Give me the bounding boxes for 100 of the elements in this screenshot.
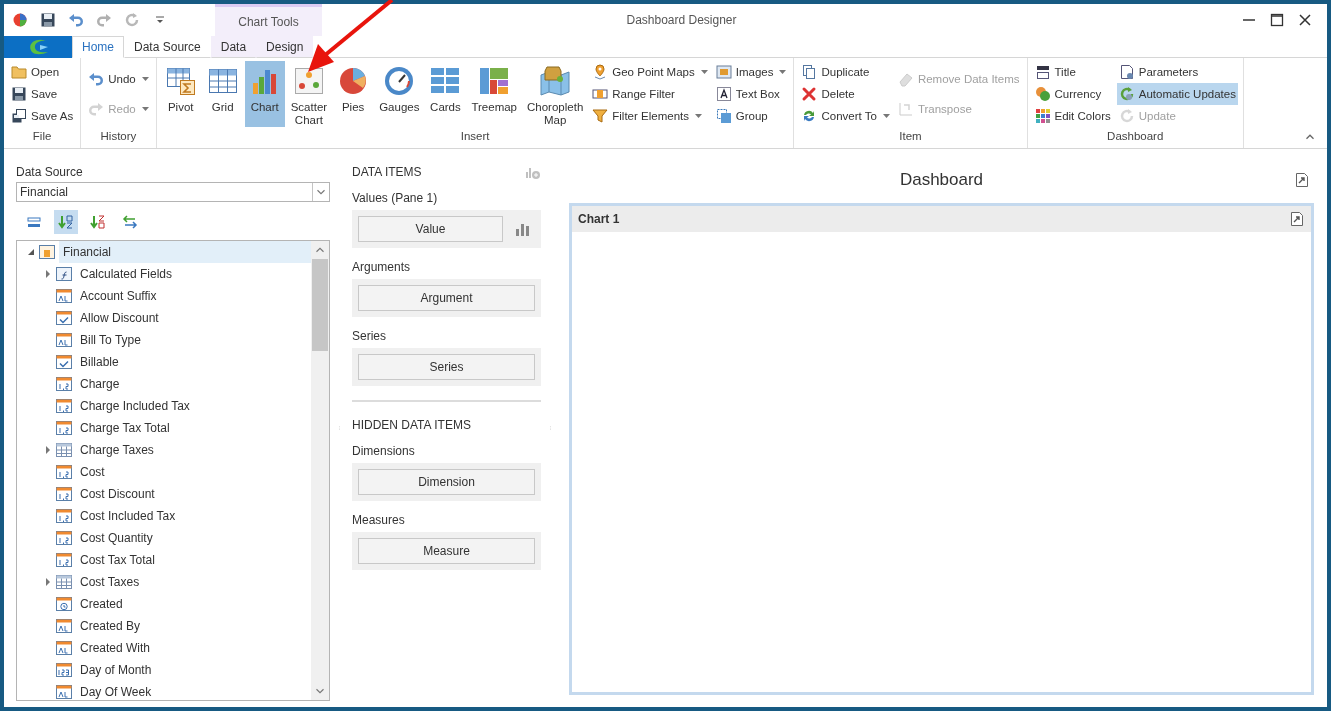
table-icon bbox=[56, 575, 72, 589]
number-field-icon bbox=[56, 487, 72, 501]
tree-item[interactable]: Created bbox=[76, 593, 127, 615]
ribbon-button[interactable]: Choropleth Map bbox=[523, 61, 588, 127]
checkbox-field-icon bbox=[56, 355, 72, 369]
swap-icon bbox=[122, 214, 138, 230]
section-heading: DATA ITEMS bbox=[352, 165, 422, 179]
ribbon-button[interactable]: Gauges bbox=[375, 61, 424, 127]
collapsed-arrow-icon[interactable] bbox=[44, 446, 52, 454]
collapse-all-icon bbox=[26, 214, 42, 230]
undo-icon bbox=[68, 12, 84, 28]
transpose-icon bbox=[897, 100, 914, 117]
application-menu-button[interactable] bbox=[4, 36, 72, 58]
tree-item[interactable]: Cost Discount bbox=[76, 483, 159, 505]
ribbon-tab[interactable]: Home bbox=[72, 36, 124, 58]
ribbon-button[interactable]: Pies bbox=[333, 61, 374, 127]
title-icon bbox=[1034, 64, 1051, 80]
section-label: Dimensions bbox=[352, 444, 415, 458]
tree-item[interactable]: Account Suffix bbox=[76, 285, 161, 307]
tree-item[interactable]: Bill To Type bbox=[76, 329, 145, 351]
formula-icon bbox=[56, 267, 72, 281]
tree-item[interactable]: Financial bbox=[59, 241, 311, 263]
tree-item[interactable]: Charge Tax Total bbox=[76, 417, 174, 439]
tree-item[interactable]: Calculated Fields bbox=[76, 263, 177, 285]
data-item-button[interactable]: Series bbox=[358, 354, 535, 380]
expanded-arrow-icon[interactable] bbox=[27, 248, 35, 256]
tree-item[interactable]: Charge Taxes bbox=[76, 439, 158, 461]
section-label: Arguments bbox=[352, 260, 411, 274]
ribbon-button[interactable]: Currency bbox=[1032, 83, 1113, 105]
ribbon-button[interactable]: Geo Point Maps bbox=[590, 61, 710, 83]
tree-item[interactable]: Day of Month bbox=[76, 659, 156, 681]
ribbon-tab[interactable]: Data Source bbox=[124, 36, 211, 58]
export-icon bbox=[1289, 211, 1305, 227]
tree-item[interactable]: Allow Discount bbox=[76, 307, 163, 329]
tree-item[interactable]: Charge bbox=[76, 373, 124, 395]
bar-chart-icon bbox=[515, 221, 531, 237]
ribbon-button[interactable]: Treemap bbox=[467, 61, 521, 127]
ribbon-button[interactable]: Group bbox=[713, 105, 789, 127]
tree-item[interactable]: Charge Included Tax bbox=[76, 395, 194, 417]
text-field-icon bbox=[56, 333, 72, 347]
ribbon-button[interactable]: Filter Elements bbox=[590, 105, 710, 127]
text-field-icon bbox=[56, 641, 72, 655]
ribbon-button[interactable]: Scatter Chart bbox=[286, 61, 332, 127]
checkbox-field-icon bbox=[56, 311, 72, 325]
pivot-table-icon bbox=[164, 65, 197, 97]
tree-item[interactable]: Cost Included Tax bbox=[76, 505, 180, 527]
image-icon bbox=[715, 64, 732, 80]
group-label: Item bbox=[899, 130, 922, 142]
ribbon-button[interactable]: Cards bbox=[425, 61, 466, 127]
ribbon-button[interactable]: Images bbox=[713, 61, 789, 83]
ribbon-button[interactable]: Undo bbox=[86, 68, 151, 91]
tree-item[interactable]: Cost bbox=[76, 461, 109, 483]
group-icon bbox=[715, 108, 732, 124]
tree-item[interactable]: Billable bbox=[76, 351, 123, 373]
ribbon-button[interactable]: Text Box bbox=[713, 83, 789, 105]
data-item-button[interactable]: Value bbox=[358, 216, 503, 242]
data-item-button[interactable]: Dimension bbox=[358, 469, 535, 495]
text-field-icon bbox=[56, 289, 72, 303]
tree-item[interactable]: Cost Taxes bbox=[76, 571, 144, 593]
number-field-icon bbox=[56, 465, 72, 479]
collapsed-arrow-icon[interactable] bbox=[44, 270, 52, 278]
ribbon-button[interactable]: Save bbox=[9, 83, 76, 105]
data-item-button[interactable]: Argument bbox=[358, 285, 535, 311]
ribbon-button[interactable]: Pivot bbox=[160, 61, 201, 127]
export-icon bbox=[1294, 172, 1310, 188]
ribbon-button[interactable]: Delete bbox=[799, 83, 892, 105]
tree-item[interactable]: Created With bbox=[76, 637, 155, 659]
scrollbar-thumb[interactable] bbox=[312, 259, 328, 351]
ribbon-tab[interactable]: Data bbox=[210, 36, 257, 58]
data-source-icon bbox=[39, 245, 55, 259]
dashboard-title: Dashboard bbox=[899, 170, 984, 190]
collapsed-arrow-icon[interactable] bbox=[44, 578, 52, 586]
number-field-icon bbox=[56, 663, 72, 677]
ribbon-button[interactable]: Edit Colors bbox=[1032, 105, 1113, 127]
tree-item[interactable]: Created By bbox=[76, 615, 145, 637]
number-field-icon bbox=[56, 531, 72, 545]
ribbon-button[interactable]: Convert To bbox=[799, 105, 892, 127]
refresh-icon bbox=[1118, 108, 1135, 124]
data-source-dropdown[interactable]: Financial bbox=[16, 182, 330, 202]
number-field-icon bbox=[56, 509, 72, 523]
map-icon bbox=[539, 65, 572, 97]
tree-item[interactable]: Cost Tax Total bbox=[76, 549, 159, 571]
ribbon-button[interactable]: Grid bbox=[202, 61, 243, 127]
ribbon-button[interactable]: Save As bbox=[9, 105, 76, 127]
toolbar-button[interactable] bbox=[54, 210, 78, 234]
ribbon-button[interactable]: Range Filter bbox=[590, 83, 710, 105]
tree-item[interactable]: Day Of Week bbox=[76, 681, 156, 700]
scrollbar[interactable] bbox=[311, 241, 329, 700]
ribbon-button[interactable]: Duplicate bbox=[799, 61, 892, 83]
section-heading: HIDDEN DATA ITEMS bbox=[352, 418, 471, 432]
tree-item[interactable]: Cost Quantity bbox=[76, 527, 157, 549]
ribbon-button[interactable]: Chart bbox=[244, 61, 285, 127]
data-item-button[interactable]: Measure bbox=[358, 538, 535, 564]
ribbon-button[interactable]: Title bbox=[1032, 61, 1113, 83]
ribbon-tab[interactable]: Design bbox=[256, 36, 314, 58]
number-field-icon bbox=[56, 421, 72, 435]
ribbon-button[interactable]: Open bbox=[9, 61, 76, 83]
ribbon-button[interactable]: Automatic Updates bbox=[1116, 83, 1238, 105]
treemap-icon bbox=[478, 65, 511, 97]
ribbon-button[interactable]: Parameters bbox=[1116, 61, 1238, 83]
